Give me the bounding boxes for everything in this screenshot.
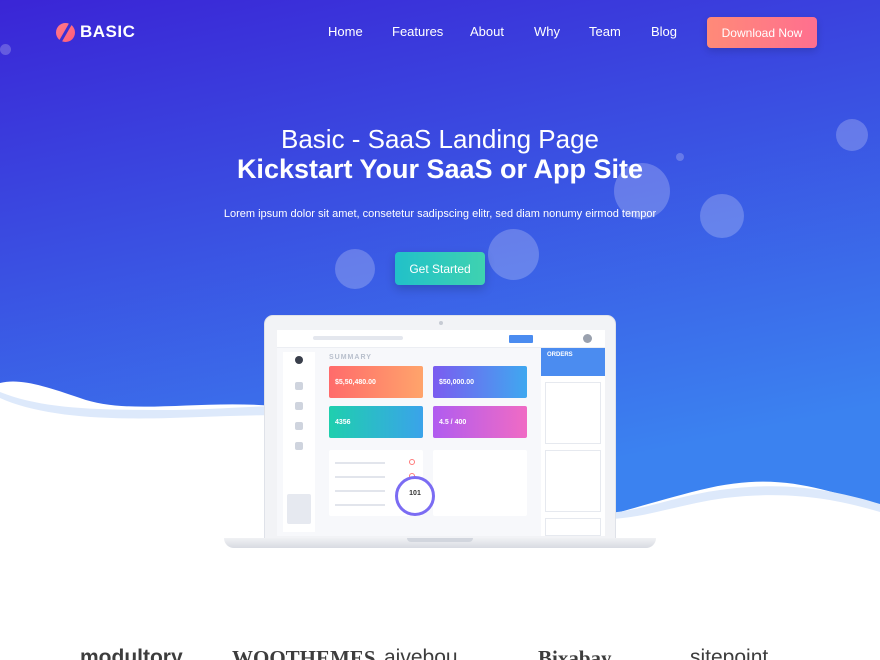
hero-title: Basic - SaaS Landing Page: [281, 124, 599, 154]
summary-label: SUMMARY: [329, 354, 372, 361]
list-item: [335, 476, 385, 478]
stat-value: 4.5 / 400: [439, 419, 467, 426]
download-now-button[interactable]: Download Now: [707, 17, 817, 48]
nav-item-blog[interactable]: Blog: [651, 24, 677, 39]
order-card: [545, 450, 601, 512]
gauge-ring: 101: [395, 476, 435, 516]
stat-value: $5,50,480.00: [335, 379, 376, 386]
sidebar-icon: [295, 382, 303, 390]
order-card: [545, 382, 601, 444]
nav-item-about[interactable]: About: [470, 24, 504, 39]
orders-label: ORDERS: [547, 352, 573, 358]
partner-logo: aivebou: [384, 646, 458, 660]
sidebar-icon: [295, 402, 303, 410]
stat-card: $50,000.00: [433, 366, 527, 398]
orders-panel: ORDERS: [541, 348, 605, 536]
nav-item-features[interactable]: Features: [392, 24, 443, 39]
laptop-mockup: SUMMARY $5,50,480.00 $50,000.00 4356 4.5…: [264, 315, 616, 539]
stat-card: $5,50,480.00: [329, 366, 423, 398]
list-item-icon: [409, 459, 415, 465]
dashboard-sidebar: [283, 352, 315, 532]
avatar: [583, 334, 592, 343]
decor-bubble: [488, 229, 539, 280]
partner-logos: modultory WOOTHEMES aivebou Bixabay site…: [0, 640, 880, 660]
landing-page: BASIC Home Features About Why Team Blog …: [0, 0, 880, 660]
stat-value: $50,000.00: [439, 379, 475, 386]
partner-logo: modultory: [80, 646, 183, 660]
sidebar-icon: [295, 442, 303, 450]
dashboard-search-button: [509, 335, 533, 343]
gauge-value: 101: [409, 490, 421, 497]
sidebar-promo: [287, 494, 311, 524]
list-item: [335, 462, 385, 464]
get-started-button[interactable]: Get Started: [395, 252, 485, 285]
stat-value: 4356: [335, 419, 351, 426]
laptop-notch: [407, 538, 473, 542]
decor-bubble: [335, 249, 375, 289]
partner-logo: WOOTHEMES: [232, 646, 376, 660]
hero-description: Lorem ipsum dolor sit amet, consetetur s…: [223, 208, 657, 220]
nav-item-why[interactable]: Why: [534, 24, 560, 39]
list-item: [335, 504, 385, 506]
order-card: [545, 518, 601, 536]
dashboard-screenshot: SUMMARY $5,50,480.00 $50,000.00 4356 4.5…: [277, 330, 605, 536]
nav-item-team[interactable]: Team: [589, 24, 621, 39]
list-item: [335, 490, 385, 492]
sidebar-icon: [295, 422, 303, 430]
gauge-panel: [433, 450, 527, 516]
dashboard-search: [313, 336, 403, 340]
partner-logo: sitepoint: [690, 646, 769, 660]
orders-header: ORDERS: [541, 348, 605, 376]
dashboard-topbar: [277, 330, 605, 348]
camera-dot: [439, 321, 443, 325]
partner-logo: Bixabay: [538, 646, 612, 660]
hero-subtitle: Kickstart Your SaaS or App Site: [236, 154, 644, 184]
sidebar-icon: [295, 356, 303, 364]
decor-bubble: [0, 44, 11, 55]
stat-card: 4.5 / 400: [433, 406, 527, 438]
nav-item-home[interactable]: Home: [328, 24, 363, 39]
stat-card: 4356: [329, 406, 423, 438]
